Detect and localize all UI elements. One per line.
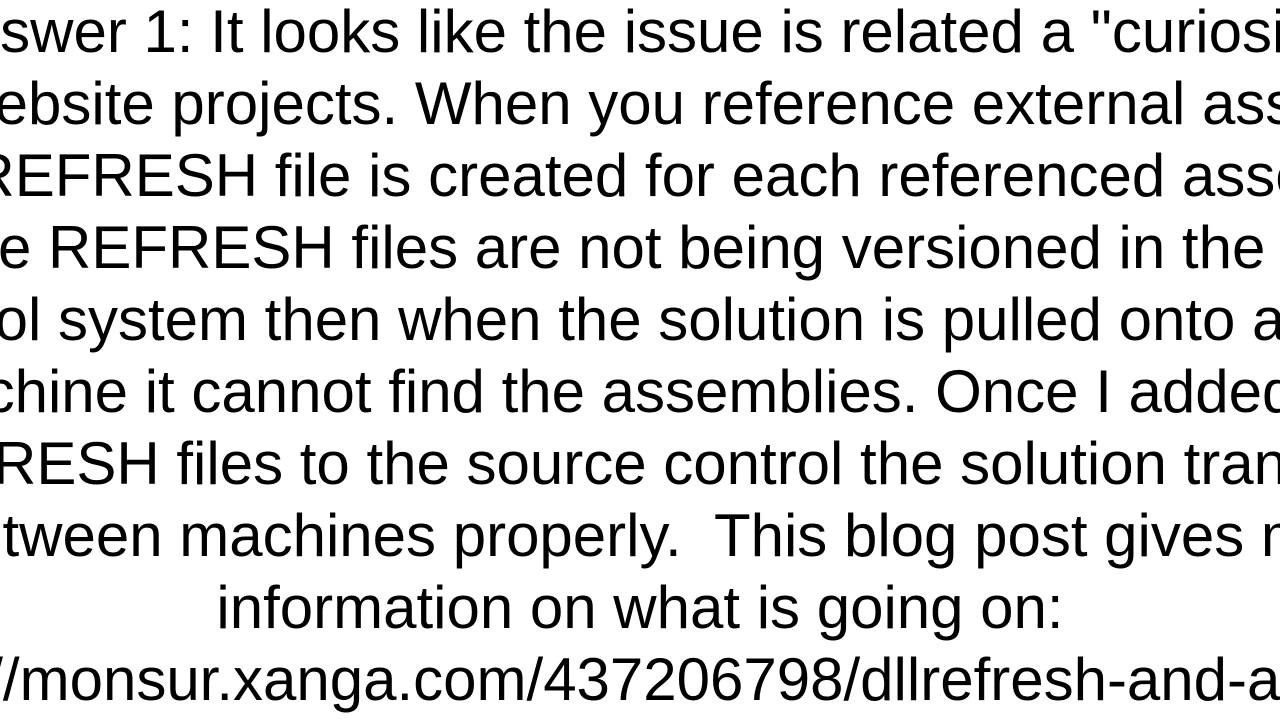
- document-viewport: Answer 1: It looks like the issue is rel…: [0, 0, 1280, 720]
- answer-text-block: Answer 1: It looks like the issue is rel…: [0, 0, 1280, 716]
